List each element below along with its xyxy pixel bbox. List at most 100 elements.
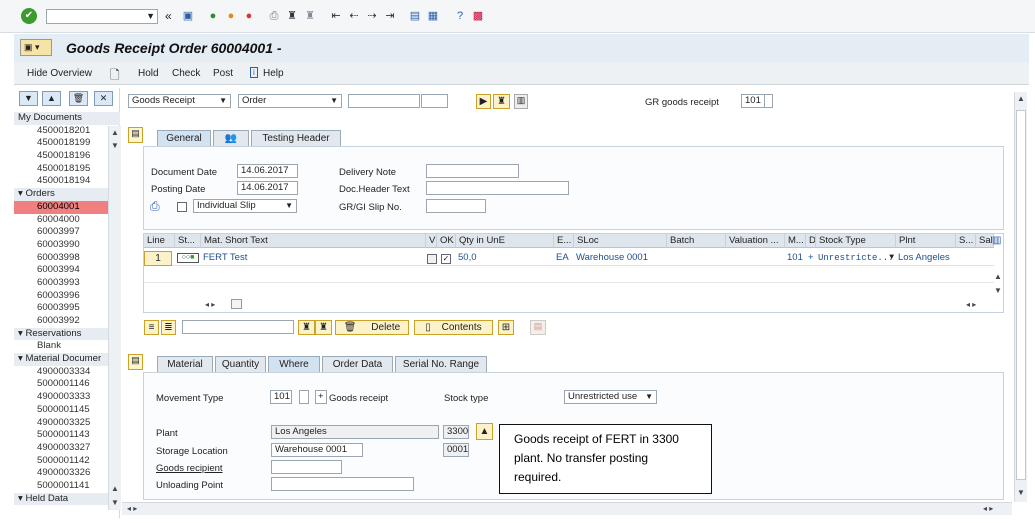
goods-recipient-field[interactable] bbox=[271, 460, 342, 474]
transaction-select[interactable]: Goods Receipt ▼ bbox=[128, 94, 231, 108]
tree-header-orders[interactable]: ▾ Orders bbox=[14, 188, 120, 201]
shortcut-icon[interactable]: ▦ bbox=[425, 8, 441, 24]
plant-value[interactable]: Los Angeles bbox=[896, 251, 956, 267]
new-document-icon[interactable]: 🗋 bbox=[110, 66, 120, 87]
posting-date-field[interactable]: 14.06.2017 bbox=[237, 181, 298, 195]
help-button[interactable]: Help bbox=[263, 68, 284, 79]
tree-item[interactable]: 4500018194 bbox=[14, 175, 120, 188]
tree-item[interactable]: 4900003334 bbox=[14, 366, 120, 379]
tree-item[interactable]: 4500018201 bbox=[14, 125, 120, 138]
enter-icon[interactable]: ✔ bbox=[21, 8, 37, 24]
column-header[interactable]: D bbox=[806, 234, 816, 248]
movement-type-field[interactable]: 101 bbox=[741, 94, 765, 108]
scroll-up-icon[interactable]: ▲ bbox=[111, 128, 119, 137]
tree-item-selected[interactable]: 60004001 bbox=[14, 200, 120, 214]
unloading-point-field[interactable] bbox=[271, 477, 414, 491]
tree-header-reservations[interactable]: ▾ Reservations bbox=[14, 327, 120, 341]
storage-location-field[interactable]: Warehouse 0001 bbox=[271, 443, 363, 457]
bottom-scrollbar[interactable] bbox=[122, 502, 1012, 515]
tab-testing-header[interactable]: Testing Header bbox=[251, 130, 341, 146]
scroll-down-icon[interactable]: ▼ bbox=[1017, 488, 1025, 497]
plant-lookup-icon[interactable]: ▲ bbox=[476, 423, 493, 440]
tree-header-held-data[interactable]: ▾ Held Data bbox=[14, 492, 120, 506]
last-page-icon[interactable]: ⇥ bbox=[382, 8, 398, 24]
tab-order-data[interactable]: Order Data bbox=[322, 356, 393, 372]
customize-icon[interactable]: ▩ bbox=[470, 8, 486, 24]
sloc-value[interactable]: Warehouse 0001 bbox=[574, 251, 666, 267]
print-version-select[interactable]: Individual Slip ▼ bbox=[193, 199, 297, 213]
tree-item[interactable]: 4900003327 bbox=[14, 442, 120, 455]
column-header[interactable]: St... bbox=[175, 234, 201, 248]
prev-page-icon[interactable]: ⇠ bbox=[346, 8, 362, 24]
search-icon[interactable]: ♜ bbox=[493, 94, 510, 109]
main-scroll-thumb[interactable] bbox=[1016, 110, 1026, 480]
hide-overview-button[interactable]: Hide Overview bbox=[27, 68, 92, 79]
tree-item[interactable]: 60003992 bbox=[14, 315, 120, 328]
tree-item[interactable]: 5000001145 bbox=[14, 404, 120, 417]
tree-item[interactable]: 60003997 bbox=[14, 226, 120, 239]
plant-code-field[interactable]: 3300 bbox=[443, 425, 469, 439]
tree-header-my-documents[interactable]: My Documents bbox=[14, 112, 120, 125]
gr-gi-slip-field[interactable] bbox=[426, 199, 486, 213]
movement-type-code[interactable]: 101 bbox=[270, 390, 292, 404]
movement-type-indicator[interactable] bbox=[764, 94, 773, 108]
tree-item[interactable]: 60003990 bbox=[14, 239, 120, 252]
expand-icon[interactable]: ▼ bbox=[19, 91, 38, 106]
movement-plus-field[interactable]: + bbox=[315, 390, 327, 404]
tree-item[interactable]: 60003995 bbox=[14, 302, 120, 315]
command-field[interactable]: ▼ bbox=[46, 9, 158, 24]
close-overview-icon[interactable]: ✕ bbox=[94, 91, 113, 106]
tab-partner[interactable]: 👥 bbox=[213, 130, 249, 146]
scroll-left-right-icon[interactable]: ◂ ▸ bbox=[205, 300, 215, 309]
tab-quantity[interactable]: Quantity bbox=[215, 356, 266, 372]
split-icon[interactable]: ⊞ bbox=[498, 320, 514, 335]
delete-button[interactable]: 🗑 Delete bbox=[335, 320, 409, 335]
trash-icon[interactable]: 🗑 bbox=[69, 91, 88, 106]
document-date-field[interactable]: 14.06.2017 bbox=[237, 164, 298, 178]
tree-item[interactable]: 5000001141 bbox=[14, 480, 120, 493]
column-header[interactable]: Valuation ... bbox=[726, 234, 785, 248]
back-arrows-icon[interactable]: « bbox=[165, 9, 172, 23]
find-next-icon[interactable]: ♜ bbox=[315, 320, 332, 335]
column-header[interactable]: Line bbox=[144, 234, 175, 248]
tree-item[interactable]: 60004000 bbox=[14, 214, 120, 227]
tree-header-material-documents[interactable]: ▾ Material Documer bbox=[14, 353, 120, 366]
overview-scrollbar[interactable] bbox=[108, 126, 121, 510]
header-toggle-icon[interactable]: ▤ bbox=[128, 127, 143, 143]
exit-icon[interactable]: ● bbox=[223, 8, 239, 24]
column-header[interactable]: V bbox=[426, 234, 437, 248]
tree-item[interactable]: 5000001143 bbox=[14, 429, 120, 442]
scroll-left-right-icon[interactable]: ◂ ▸ bbox=[983, 504, 993, 513]
column-header[interactable]: Stock Type bbox=[816, 234, 896, 248]
column-header[interactable]: S... bbox=[956, 234, 976, 248]
column-header[interactable]: M... bbox=[785, 234, 806, 248]
scroll-left-right-icon[interactable]: ◂ ▸ bbox=[127, 504, 137, 513]
horizontal-scroll-thumb[interactable] bbox=[231, 299, 242, 309]
v-checkbox[interactable] bbox=[427, 254, 437, 264]
reference-item-field[interactable] bbox=[421, 94, 448, 108]
print-icon[interactable]: ⎙ bbox=[266, 8, 282, 24]
storage-location-code-field[interactable]: 0001 bbox=[443, 443, 469, 457]
execute-icon[interactable]: ▶ bbox=[476, 94, 491, 109]
empty-row[interactable] bbox=[144, 283, 994, 298]
print-checkbox[interactable] bbox=[177, 202, 187, 212]
column-settings-icon[interactable]: ▥ bbox=[992, 235, 1001, 246]
info-icon[interactable]: i bbox=[250, 67, 258, 78]
movement-value[interactable]: 101 bbox=[785, 251, 806, 267]
reference-select[interactable]: Order ▼ bbox=[238, 94, 342, 108]
column-header[interactable]: Plnt bbox=[896, 234, 956, 248]
movement-special-field[interactable] bbox=[299, 390, 309, 404]
check-button[interactable]: Check bbox=[172, 68, 200, 79]
scroll-down-icon[interactable]: ▼ bbox=[111, 498, 119, 507]
collapse-icon[interactable]: ▲ bbox=[42, 91, 61, 106]
find-icon[interactable]: ♜ bbox=[298, 320, 315, 335]
select-all-icon[interactable]: ≡ bbox=[144, 320, 159, 335]
delivery-note-field[interactable] bbox=[426, 164, 519, 178]
material-text[interactable]: FERT Test bbox=[201, 251, 425, 267]
tab-general[interactable]: General bbox=[157, 130, 211, 146]
first-page-icon[interactable]: ⇤ bbox=[328, 8, 344, 24]
column-header[interactable]: Batch bbox=[667, 234, 726, 248]
hold-button[interactable]: Hold bbox=[138, 68, 159, 79]
reference-number-field[interactable] bbox=[348, 94, 420, 108]
find-field[interactable] bbox=[182, 320, 294, 334]
